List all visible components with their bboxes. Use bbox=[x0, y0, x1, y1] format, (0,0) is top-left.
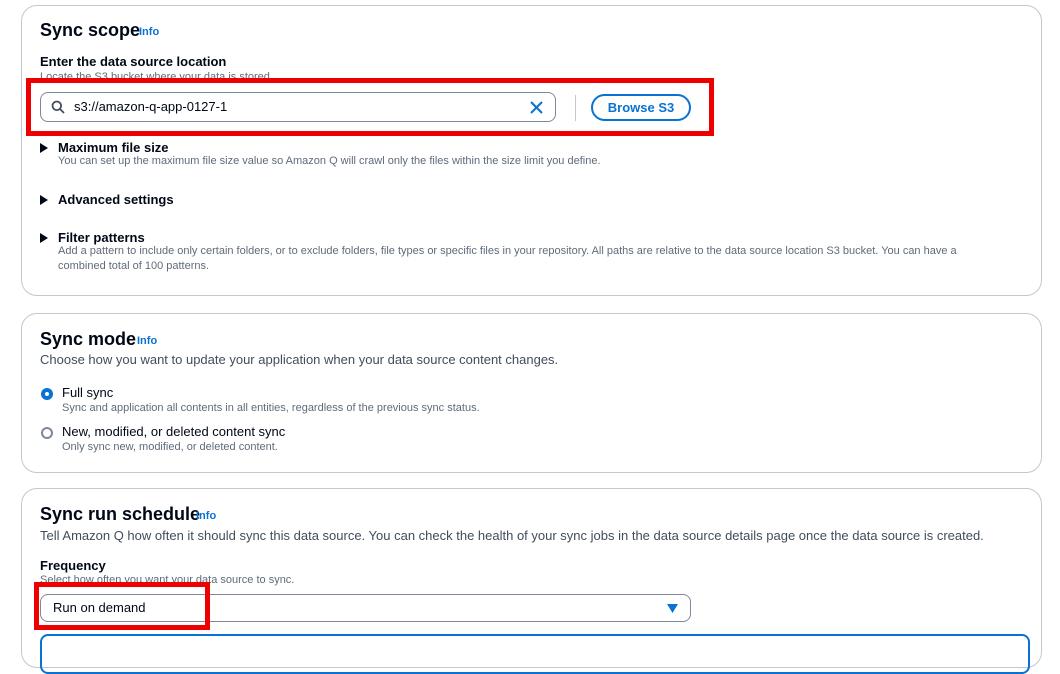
incremental-sync-radio[interactable] bbox=[41, 427, 53, 439]
sync-schedule-panel: Sync run schedule Info Tell Amazon Q how… bbox=[21, 488, 1042, 674]
incremental-sync-label[interactable]: New, modified, or deleted content sync bbox=[62, 424, 285, 439]
sync-scope-info-link[interactable]: Info bbox=[139, 26, 159, 38]
location-highlight-box bbox=[26, 78, 714, 136]
caret-down-icon bbox=[667, 604, 678, 613]
sync-mode-title: Sync mode bbox=[40, 329, 137, 349]
caret-right-icon bbox=[40, 142, 48, 153]
max-file-size-expander[interactable]: Maximum file size bbox=[40, 140, 169, 155]
incremental-sync-description: Only sync new, modified, or deleted cont… bbox=[62, 441, 278, 453]
sync-mode-info-link[interactable]: Info bbox=[137, 335, 157, 347]
filter-patterns-description-line2: combined total of 100 patterns. bbox=[58, 260, 210, 272]
full-sync-description: Sync and application all contents in all… bbox=[62, 402, 480, 414]
sync-scope-title: Sync scope bbox=[40, 20, 141, 40]
filter-patterns-description-line1: Add a pattern to include only certain fo… bbox=[58, 245, 957, 257]
next-section-container bbox=[40, 634, 1030, 674]
sync-schedule-description: Tell Amazon Q how often it should sync t… bbox=[40, 528, 984, 543]
sync-mode-description: Choose how you want to update your appli… bbox=[40, 352, 559, 367]
filter-patterns-expander[interactable]: Filter patterns bbox=[40, 230, 145, 245]
sync-mode-panel: Sync mode Info Choose how you want to up… bbox=[21, 313, 1042, 473]
advanced-settings-title: Advanced settings bbox=[58, 192, 174, 207]
caret-right-icon bbox=[40, 194, 48, 205]
sync-scope-panel: Sync scope Info Enter the data source lo… bbox=[21, 5, 1042, 296]
sync-schedule-title: Sync run schedule bbox=[40, 504, 201, 524]
filter-patterns-title: Filter patterns bbox=[58, 230, 145, 245]
advanced-settings-expander[interactable]: Advanced settings bbox=[40, 192, 174, 207]
caret-right-icon bbox=[40, 232, 48, 243]
full-sync-label[interactable]: Full sync bbox=[62, 385, 113, 400]
location-label: Enter the data source location bbox=[40, 54, 227, 69]
sync-schedule-info-link[interactable]: Info bbox=[196, 510, 216, 522]
frequency-highlight-box bbox=[34, 582, 210, 630]
full-sync-radio[interactable] bbox=[41, 388, 53, 400]
frequency-label: Frequency bbox=[40, 558, 106, 573]
max-file-size-description: You can set up the maximum file size val… bbox=[58, 155, 601, 167]
max-file-size-title: Maximum file size bbox=[58, 140, 169, 155]
